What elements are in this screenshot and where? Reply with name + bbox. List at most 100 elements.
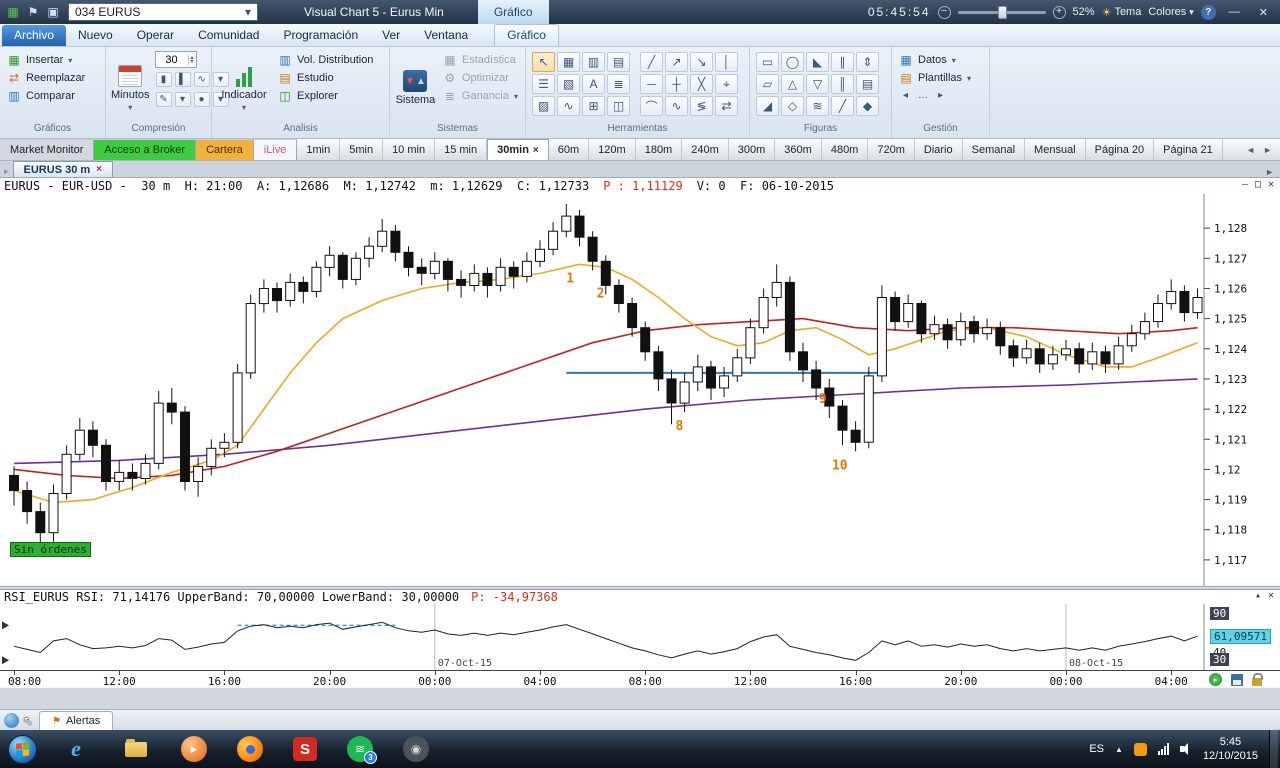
symbol-selector[interactable]: 034 EURUS ▾ <box>68 3 258 21</box>
ganancia-button[interactable]: ≣ Ganancia ▾ <box>441 87 520 105</box>
chart-document-tab[interactable]: EURUS 30 m × <box>13 161 113 177</box>
network-icon[interactable] <box>1158 743 1169 755</box>
fibo-retracement-tool[interactable]: ▤ <box>856 74 879 94</box>
zoom-slider-thumb[interactable] <box>998 6 1007 19</box>
channel-tool[interactable]: ⇄ <box>715 96 738 116</box>
file-explorer-icon[interactable] <box>121 735 151 763</box>
document-tab-grafico[interactable]: Gráfico <box>478 0 549 24</box>
line-chart-tool[interactable]: ▤ <box>607 52 630 72</box>
more-options[interactable]: … <box>918 90 928 101</box>
area-chart-tool[interactable]: ▧ <box>557 74 580 94</box>
zoom-slider[interactable] <box>958 11 1046 14</box>
expansion-tool[interactable]: ⇕ <box>856 52 879 72</box>
menu-archivo[interactable]: Archivo <box>2 25 66 46</box>
rsi-collapse-icon[interactable]: ▴ <box>1255 590 1261 601</box>
help-button[interactable]: ? <box>1201 5 1216 20</box>
menu-grafico-contextual[interactable]: Gráfico <box>494 24 559 46</box>
tab-scroll-left-icon[interactable]: ▸ <box>0 166 13 177</box>
media-player-icon[interactable]: ▸ <box>181 736 207 762</box>
text-tool[interactable]: A <box>582 74 605 94</box>
pin-icon[interactable]: ⚑ <box>24 3 42 21</box>
add-window-tool[interactable]: ⊞ <box>582 96 605 116</box>
close-tab-icon[interactable]: × <box>533 145 539 156</box>
timeframe-tab-60m[interactable]: 60m <box>549 139 589 160</box>
zoom-out-button[interactable]: − <box>938 6 951 19</box>
pointer-tool[interactable]: ↖ <box>532 52 555 72</box>
angle-tool[interactable]: ≶ <box>690 96 713 116</box>
chart-minimize-icon[interactable]: – <box>1242 179 1248 190</box>
internet-explorer-icon[interactable]: e <box>61 735 91 763</box>
menu-programacion[interactable]: Programación <box>271 25 370 46</box>
rhombus-tool[interactable]: ◆ <box>856 96 879 116</box>
colors-menu[interactable]: Colores ▾ <box>1148 6 1193 18</box>
insertar-button[interactable]: ▦ Insertar ▾ <box>5 51 100 69</box>
parallel-lines-tool[interactable]: ∥ <box>831 52 854 72</box>
wave-pattern-tool[interactable]: ≋ <box>806 96 829 116</box>
dark-app-icon[interactable]: ◉ <box>403 736 429 762</box>
period-spinner[interactable]: 30 ▴ ▾ <box>155 51 197 68</box>
timeframe-tab-semanal[interactable]: Semanal <box>963 139 1025 160</box>
triangle-tool[interactable]: ◣ <box>806 52 829 72</box>
sistema-button[interactable]: ▼▲ Sistema <box>395 51 436 123</box>
wave-tool[interactable]: ∿ <box>557 96 580 116</box>
target-tool[interactable]: ⌖ <box>715 74 738 94</box>
horizontal-line-tool[interactable]: ─ <box>640 74 663 94</box>
firefox-icon[interactable] <box>237 736 263 762</box>
tab-scroll-right-icon[interactable]: ► <box>1259 167 1280 177</box>
trend-line-tool[interactable]: ╱ <box>640 52 663 72</box>
alerts-tab[interactable]: ⚑ Alertas <box>39 711 113 730</box>
vertical-line-tool[interactable]: │ <box>715 52 738 72</box>
double-line-tool[interactable]: ║ <box>831 74 854 94</box>
close-button[interactable]: ✕ <box>1253 6 1274 19</box>
close-tab-icon[interactable]: × <box>96 164 102 175</box>
volume-tool[interactable]: ☰ <box>532 74 555 94</box>
timeframe-tab-240m[interactable]: 240m <box>682 139 729 160</box>
tab-acceso-a-broker[interactable]: Acceso a Broker <box>94 139 196 160</box>
triangle-down-tool[interactable]: ▽ <box>806 74 829 94</box>
arrow-line-tool[interactable]: ↗ <box>665 52 688 72</box>
timeframe-tab-360m[interactable]: 360m <box>775 139 822 160</box>
curve-tool[interactable]: ∿ <box>665 96 688 116</box>
start-button[interactable] <box>8 735 37 764</box>
vol-distribution-button[interactable]: ▥ Vol. Distribution <box>276 51 375 69</box>
spin-down-icon[interactable]: ▾ <box>191 60 194 64</box>
zoom-in-button[interactable]: + <box>1053 6 1066 19</box>
diamond-tool[interactable]: ◇ <box>781 96 804 116</box>
menu-comunidad[interactable]: Comunidad <box>186 25 271 46</box>
realtime-icon[interactable]: ▸ <box>1209 673 1222 686</box>
menu-ver[interactable]: Ver <box>370 25 412 46</box>
timeframe-tab-720m[interactable]: 720m <box>868 139 915 160</box>
workspace-icon[interactable]: ▣ <box>44 3 62 21</box>
split-tool[interactable]: ◫ <box>607 96 630 116</box>
timeframe-tab-300m[interactable]: 300m <box>729 139 776 160</box>
explorer-button[interactable]: ◫ Explorer <box>276 87 375 105</box>
corner-tool[interactable]: ◢ <box>756 96 779 116</box>
fill-icon[interactable]: ● <box>194 92 210 107</box>
comparar-button[interactable]: ▥ Comparar <box>5 87 100 105</box>
s-app-icon[interactable]: S <box>293 737 317 761</box>
candlestick-chart[interactable]: 1,1281,1271,1261,1251,1241,1231,1221,121… <box>0 194 1280 586</box>
optimizar-button[interactable]: ⚙ Optimizar <box>441 69 520 87</box>
datos-button[interactable]: ▦ Datos ▾ <box>897 51 984 69</box>
ellipse-tool[interactable]: ◯ <box>781 52 804 72</box>
spotify-icon[interactable]: ≋3 <box>347 736 373 762</box>
tray-app-icon[interactable] <box>1134 743 1147 756</box>
language-indicator[interactable]: ES <box>1089 743 1104 755</box>
timeframe-tab-30min[interactable]: 30min× <box>487 139 549 160</box>
timeframe-tab-15-min[interactable]: 15 min <box>435 139 487 160</box>
scroll-tabs-right-icon[interactable]: ► <box>1263 145 1272 155</box>
bar-chart-tool[interactable]: ▥ <box>582 52 605 72</box>
chevron-down-icon[interactable]: ▾ <box>175 92 191 107</box>
globe-icon[interactable] <box>4 713 19 728</box>
timeframe-tab-10-min[interactable]: 10 min <box>383 139 435 160</box>
menu-ventana[interactable]: Ventana <box>412 25 480 46</box>
timeframe-tab-pagina-20[interactable]: Página 20 <box>1086 139 1155 160</box>
menu-operar[interactable]: Operar <box>125 25 186 46</box>
reemplazar-button[interactable]: ⇄ Reemplazar <box>5 69 100 87</box>
price-axis[interactable]: 1,1281,1271,1261,1251,1241,1231,1221,121… <box>1204 194 1247 586</box>
timeframe-tab-120m[interactable]: 120m <box>589 139 636 160</box>
levels-tool[interactable]: ≣ <box>607 74 630 94</box>
nav-forward-icon[interactable]: ▸ <box>938 90 943 101</box>
rectangle-tool[interactable]: ▭ <box>756 52 779 72</box>
theme-menu[interactable]: ☀ Tema <box>1102 6 1142 19</box>
